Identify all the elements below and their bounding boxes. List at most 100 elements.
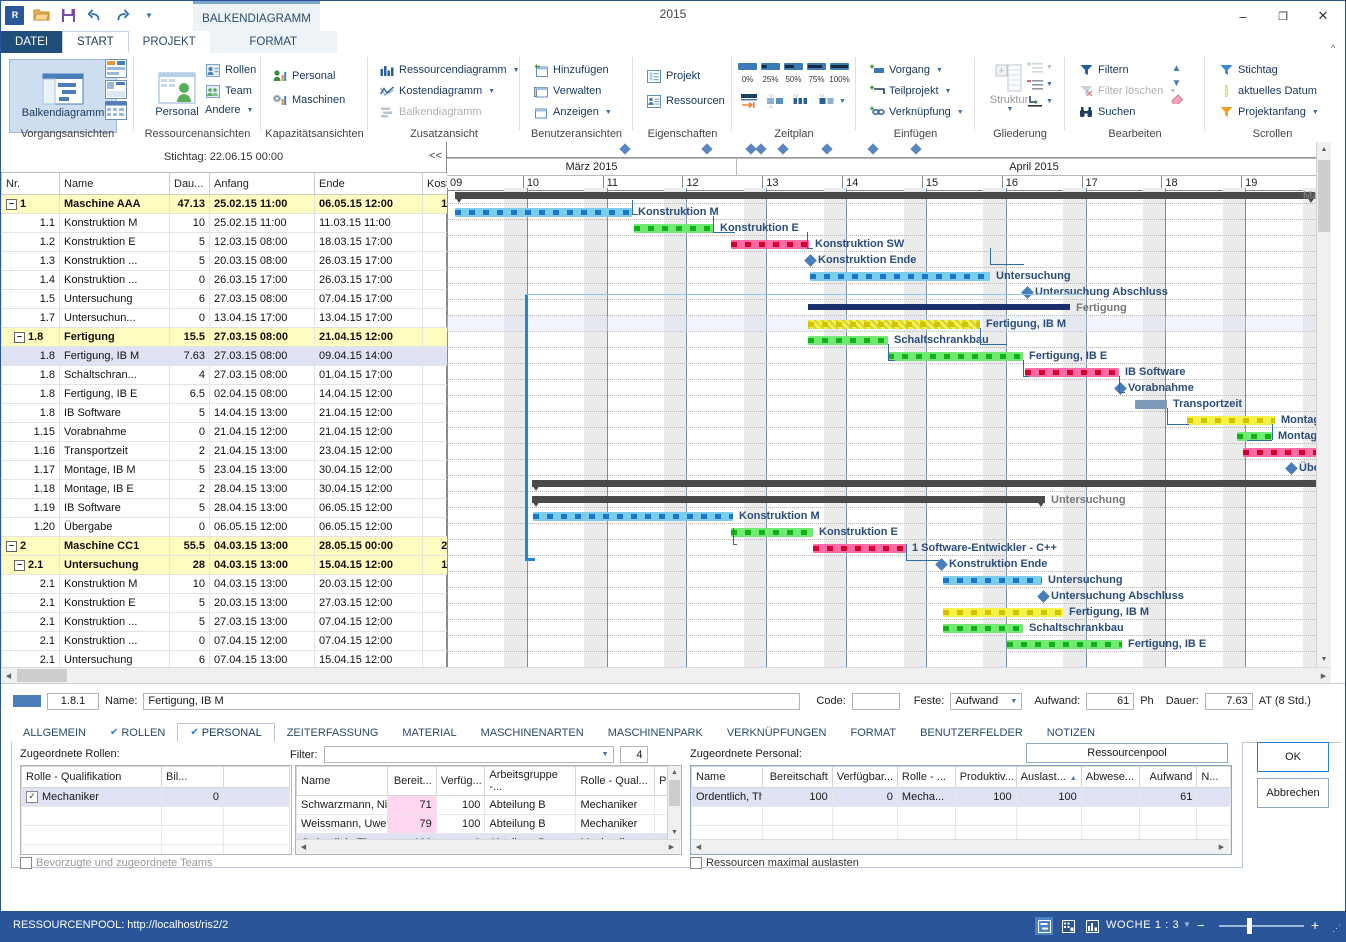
expander-icon[interactable]: – (6, 540, 17, 552)
form-tab-maschinenpark[interactable]: MASCHINENPARK (596, 723, 715, 742)
gantt-vertical-scrollbar[interactable]: ▲ ▼ (1316, 142, 1331, 667)
col-anfang[interactable]: Anfang (209, 173, 315, 195)
table-row[interactable]: 2.1 Konstruktion ... 0 07.04.15 12:00 07.04.… (1, 631, 495, 651)
zoom-dropdown-icon[interactable]: ▼ (1183, 920, 1191, 929)
projekt-properties-button[interactable]: Projekt (643, 67, 728, 85)
gantt-summary-bar[interactable] (532, 496, 1045, 507)
hinzufuegen-button[interactable]: Hinzufügen (530, 61, 615, 79)
pool-hscroll-right-icon[interactable]: ▶ (664, 840, 679, 854)
table-row[interactable]: –2.1 Untersuchung 28 04.03.15 13:00 15.04.15… (1, 555, 495, 575)
vorgang-button[interactable]: Vorgang ▼ (866, 61, 967, 79)
gantt-task-bar[interactable] (943, 608, 1063, 617)
personal-capacity-button[interactable]: Personal (269, 67, 348, 85)
assigned-hscroll-left-icon[interactable]: ◀ (691, 840, 706, 854)
cancel-button[interactable]: Abbrechen (1257, 778, 1329, 808)
eraser-icon[interactable] (1169, 93, 1184, 104)
dauer-input[interactable]: 7.63 (1204, 692, 1253, 710)
hscroll-right-icon[interactable]: ▶ (1316, 668, 1331, 683)
gantt-task-bar[interactable] (808, 320, 980, 329)
collapse-pane-button[interactable]: << (429, 150, 442, 162)
calendar-view-icon[interactable] (1059, 917, 1077, 935)
form-tab-benutzerfelder[interactable]: BENUTZERFELDER (908, 723, 1035, 742)
gantt-task-bar[interactable] (731, 528, 813, 537)
table-row[interactable]: –1 Maschine AAA 47.13 25.02.15 11:00 06.05.1… (1, 194, 495, 214)
assigned-col-2[interactable]: Verfügbar... (831, 766, 898, 788)
form-tab-notizen[interactable]: NOTIZEN (1035, 723, 1107, 742)
pool-col-3[interactable]: Arbeitsgruppe -... (484, 766, 577, 796)
assigned-col-3[interactable]: Rolle - ... (896, 766, 956, 788)
assigned-col-6[interactable]: Abwese... (1080, 766, 1140, 788)
chevron-down-icon[interactable]: ▼ (1046, 81, 1053, 88)
roles-col-qualifikation[interactable]: Rolle - Qualifikation (21, 766, 162, 788)
form-tab-personal[interactable]: ✔ PERSONAL (177, 723, 275, 742)
table-row[interactable]: 1.8 IB Software 5 14.04.15 13:00 21.04.15 12… (1, 403, 495, 423)
gantt-task-bar[interactable] (1025, 368, 1119, 377)
ok-button[interactable]: OK (1257, 742, 1329, 772)
outline-indent-button[interactable]: ▼ (1027, 95, 1053, 108)
balkendiagramm-view-button[interactable]: Balkendiagramm (9, 59, 117, 133)
table-row[interactable]: 1.19 IB Software 5 28.04.15 13:00 06.05.15 1… (1, 498, 495, 518)
filter-select[interactable]: ▼ (323, 746, 614, 763)
rollen-button[interactable]: Rollen (202, 61, 259, 79)
table-row[interactable]: 1.8 Schaltschran... 4 27.03.15 08:00 01.04.1… (1, 365, 495, 385)
close-button[interactable]: ✕ (1303, 3, 1343, 29)
scroll-down-arrow-icon[interactable]: ▼ (1317, 652, 1331, 667)
table-row[interactable]: 2.1 Konstruktion ... 5 27.03.15 13:00 07.04.… (1, 612, 495, 632)
aktuelles-datum-button[interactable]: aktuelles Datum (1215, 82, 1322, 100)
table-row[interactable]: 1.2 Konstruktion E 5 12.03.15 08:00 18.03.15… (1, 232, 495, 252)
gantt-view-icon[interactable] (1035, 917, 1053, 935)
gantt-task-bar[interactable] (1187, 416, 1275, 425)
roles-row[interactable] (21, 806, 290, 826)
gantt-task-bar[interactable] (1135, 400, 1167, 409)
table-row[interactable]: 1.17 Montage, IB M 5 23.04.15 13:00 30.04.15… (1, 460, 495, 480)
gantt-task-bar[interactable] (808, 336, 888, 345)
expander-icon[interactable]: – (14, 559, 25, 571)
form-tab-material[interactable]: MATERIAL (390, 723, 468, 742)
zoom-out-button[interactable]: − (1197, 918, 1205, 933)
ressourcen-properties-button[interactable]: Ressourcen (643, 92, 728, 110)
table-row[interactable]: 1.3 Konstruktion ... 5 20.03.15 08:00 26.03.… (1, 251, 495, 271)
pool-col-4[interactable]: Rolle - Qual... (575, 766, 656, 796)
assigned-hscroll-right-icon[interactable]: ▶ (1214, 840, 1229, 854)
roles-row[interactable] (21, 844, 290, 854)
form-tab-zeiterfassung[interactable]: ZEITERFASSUNG (275, 723, 391, 742)
tab-projekt[interactable]: PROJEKT (129, 31, 210, 53)
form-tab-format[interactable]: FORMAT (838, 723, 908, 742)
checkbox-icon[interactable]: ✓ (26, 791, 38, 804)
gantt-task-bar[interactable] (943, 576, 1042, 585)
assigned-col-1[interactable]: Bereitschaft (762, 766, 833, 788)
table-row[interactable]: 1.5 Untersuchung 6 27.03.15 08:00 07.04.15 1… (1, 289, 495, 309)
stichtag-button[interactable]: Stichtag (1215, 61, 1322, 79)
expander-icon[interactable]: – (6, 198, 17, 210)
gantt-task-bar[interactable] (810, 272, 990, 281)
gantt-summary-bar[interactable] (808, 304, 1070, 310)
form-tab-allgemein[interactable]: ALLGEMEIN (11, 723, 98, 742)
tab-start[interactable]: START (62, 31, 129, 53)
table-row[interactable]: 1.15 Vorabnahme 0 21.04.15 12:00 21.04.15 12… (1, 422, 495, 442)
roles-row[interactable] (21, 825, 290, 845)
assigned-row[interactable]: Ordentlich, Th 100 0 Mecha... 100 100 61 (691, 787, 1231, 807)
team-button[interactable]: Team (202, 82, 259, 100)
scroll-up-button[interactable]: ▲ (1172, 63, 1182, 74)
progress-50-button[interactable]: 50% (783, 61, 804, 84)
roles-col-blank[interactable] (223, 766, 290, 788)
progress-0-button[interactable]: 0% (737, 61, 758, 84)
table-row[interactable]: 2.1 Konstruktion M 10 04.03.15 13:00 20.03.1… (1, 574, 495, 594)
scroll-down-button[interactable]: ▼ (1172, 78, 1182, 89)
task-color-swatch[interactable] (13, 695, 41, 707)
pool-row[interactable]: Schwarzmann, Nik 71 100 Abteilung B Mechanik… (296, 795, 680, 815)
view-variant-2-icon[interactable] (105, 80, 127, 99)
scroll-up-arrow-icon[interactable]: ▲ (1317, 142, 1331, 157)
tab-format[interactable]: FORMAT (209, 31, 337, 53)
progress-75-button[interactable]: 75% (806, 61, 827, 84)
gantt-task-bar[interactable] (943, 624, 1023, 633)
gantt-task-bar[interactable] (455, 208, 632, 217)
table-row[interactable]: 1.16 Transportzeit 2 21.04.15 13:00 23.04.15… (1, 441, 495, 461)
form-tab-maschinenarten[interactable]: MASCHINENARTEN (469, 723, 596, 742)
horizontal-scrollbar[interactable]: ◀ ▶ (1, 667, 1331, 683)
anzeigen-button[interactable]: Anzeigen ▼ (530, 103, 615, 121)
pool-scroll-down-icon[interactable]: ▼ (668, 826, 681, 839)
chevron-down-icon[interactable]: ▼ (1046, 98, 1053, 105)
form-tab-verknpfungen[interactable]: VERKNÜPFUNGEN (715, 723, 839, 742)
form-tab-rollen[interactable]: ✔ ROLLEN (98, 723, 177, 742)
